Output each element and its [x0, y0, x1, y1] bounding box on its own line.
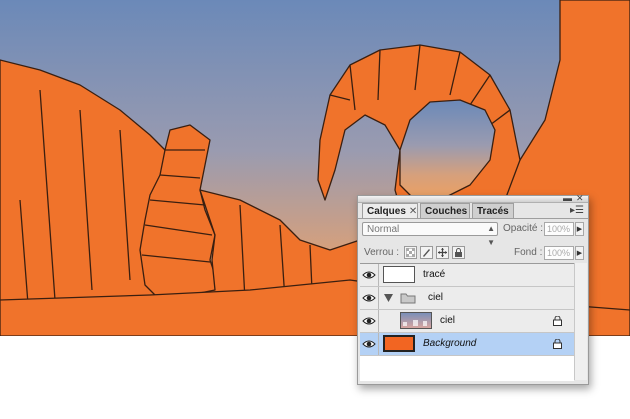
panel-titlebar[interactable]: ▬ ✕	[358, 194, 588, 203]
blend-mode-select[interactable]: Normal ▲ ▼	[362, 222, 498, 247]
lock-pixels-button[interactable]	[420, 246, 433, 259]
collapse-icon[interactable]: ▬	[563, 194, 572, 203]
tab-couches[interactable]: Couches	[420, 203, 470, 218]
opacity-arrow-button[interactable]: ▶	[575, 222, 584, 236]
lock-icon	[455, 248, 462, 257]
folder-icon	[400, 293, 416, 304]
visibility-toggle[interactable]	[360, 264, 379, 286]
checker-icon	[406, 248, 415, 257]
layer-name: ciel	[428, 292, 444, 303]
opacity-label: Opacité :	[503, 223, 544, 234]
lock-label: Verrou :	[364, 247, 400, 258]
move-icon	[438, 248, 447, 257]
fill-input[interactable]: 100%	[544, 246, 574, 260]
lock-all-button[interactable]	[452, 246, 465, 259]
lock-icon	[553, 316, 562, 326]
tab-close-icon[interactable]: ✕	[409, 206, 417, 217]
select-arrows-icon: ▲ ▼	[487, 224, 495, 247]
brush-icon	[423, 249, 430, 257]
tab-traces-label: Tracés	[477, 206, 509, 217]
layers-scrollbar[interactable]	[574, 263, 587, 380]
layer-thumbnail	[400, 312, 432, 329]
disclosure-triangle-icon[interactable]	[384, 294, 393, 302]
blend-mode-value: Normal	[367, 224, 400, 235]
eye-icon	[362, 317, 376, 325]
close-icon[interactable]: ✕	[576, 194, 584, 203]
panel-menu-icon[interactable]: ▸☰	[570, 205, 584, 216]
tab-couches-label: Couches	[425, 206, 468, 217]
layer-row-ciel[interactable]: ciel	[360, 310, 574, 333]
opacity-input[interactable]: 100%	[544, 222, 574, 236]
tab-calques[interactable]: Calques ✕	[362, 203, 418, 219]
lock-position-button[interactable]	[436, 246, 449, 259]
visibility-toggle[interactable]	[360, 310, 379, 332]
sky-thumbnail-icon	[403, 320, 427, 326]
layer-thumbnail	[383, 335, 415, 352]
tab-traces[interactable]: Tracés	[472, 203, 514, 218]
fill-arrow-button[interactable]: ▶	[575, 246, 584, 260]
lock-transparency-button[interactable]	[404, 246, 417, 259]
layer-row-background[interactable]: Background	[360, 333, 574, 356]
layer-row-trace[interactable]: tracé	[360, 264, 574, 287]
layer-name: tracé	[423, 269, 446, 280]
eye-icon	[362, 294, 376, 302]
fill-label: Fond :	[514, 247, 543, 258]
lock-icon	[553, 339, 562, 349]
layer-row-group-ciel[interactable]: ciel	[360, 287, 574, 310]
eye-icon	[362, 271, 376, 279]
tab-divider	[358, 218, 588, 219]
visibility-toggle[interactable]	[360, 333, 379, 355]
layer-name: Background	[423, 338, 477, 349]
visibility-toggle[interactable]	[360, 287, 379, 309]
layer-name: ciel	[440, 315, 456, 326]
layers-list: tracé ciel ciel Background	[360, 263, 574, 381]
layer-thumbnail	[383, 266, 415, 283]
layers-panel: ▬ ✕ Calques ✕ Couches Tracés ▸☰ Normal ▲ ▼…	[357, 194, 589, 385]
tab-calques-label: Calques	[367, 206, 406, 217]
eye-icon	[362, 340, 376, 348]
